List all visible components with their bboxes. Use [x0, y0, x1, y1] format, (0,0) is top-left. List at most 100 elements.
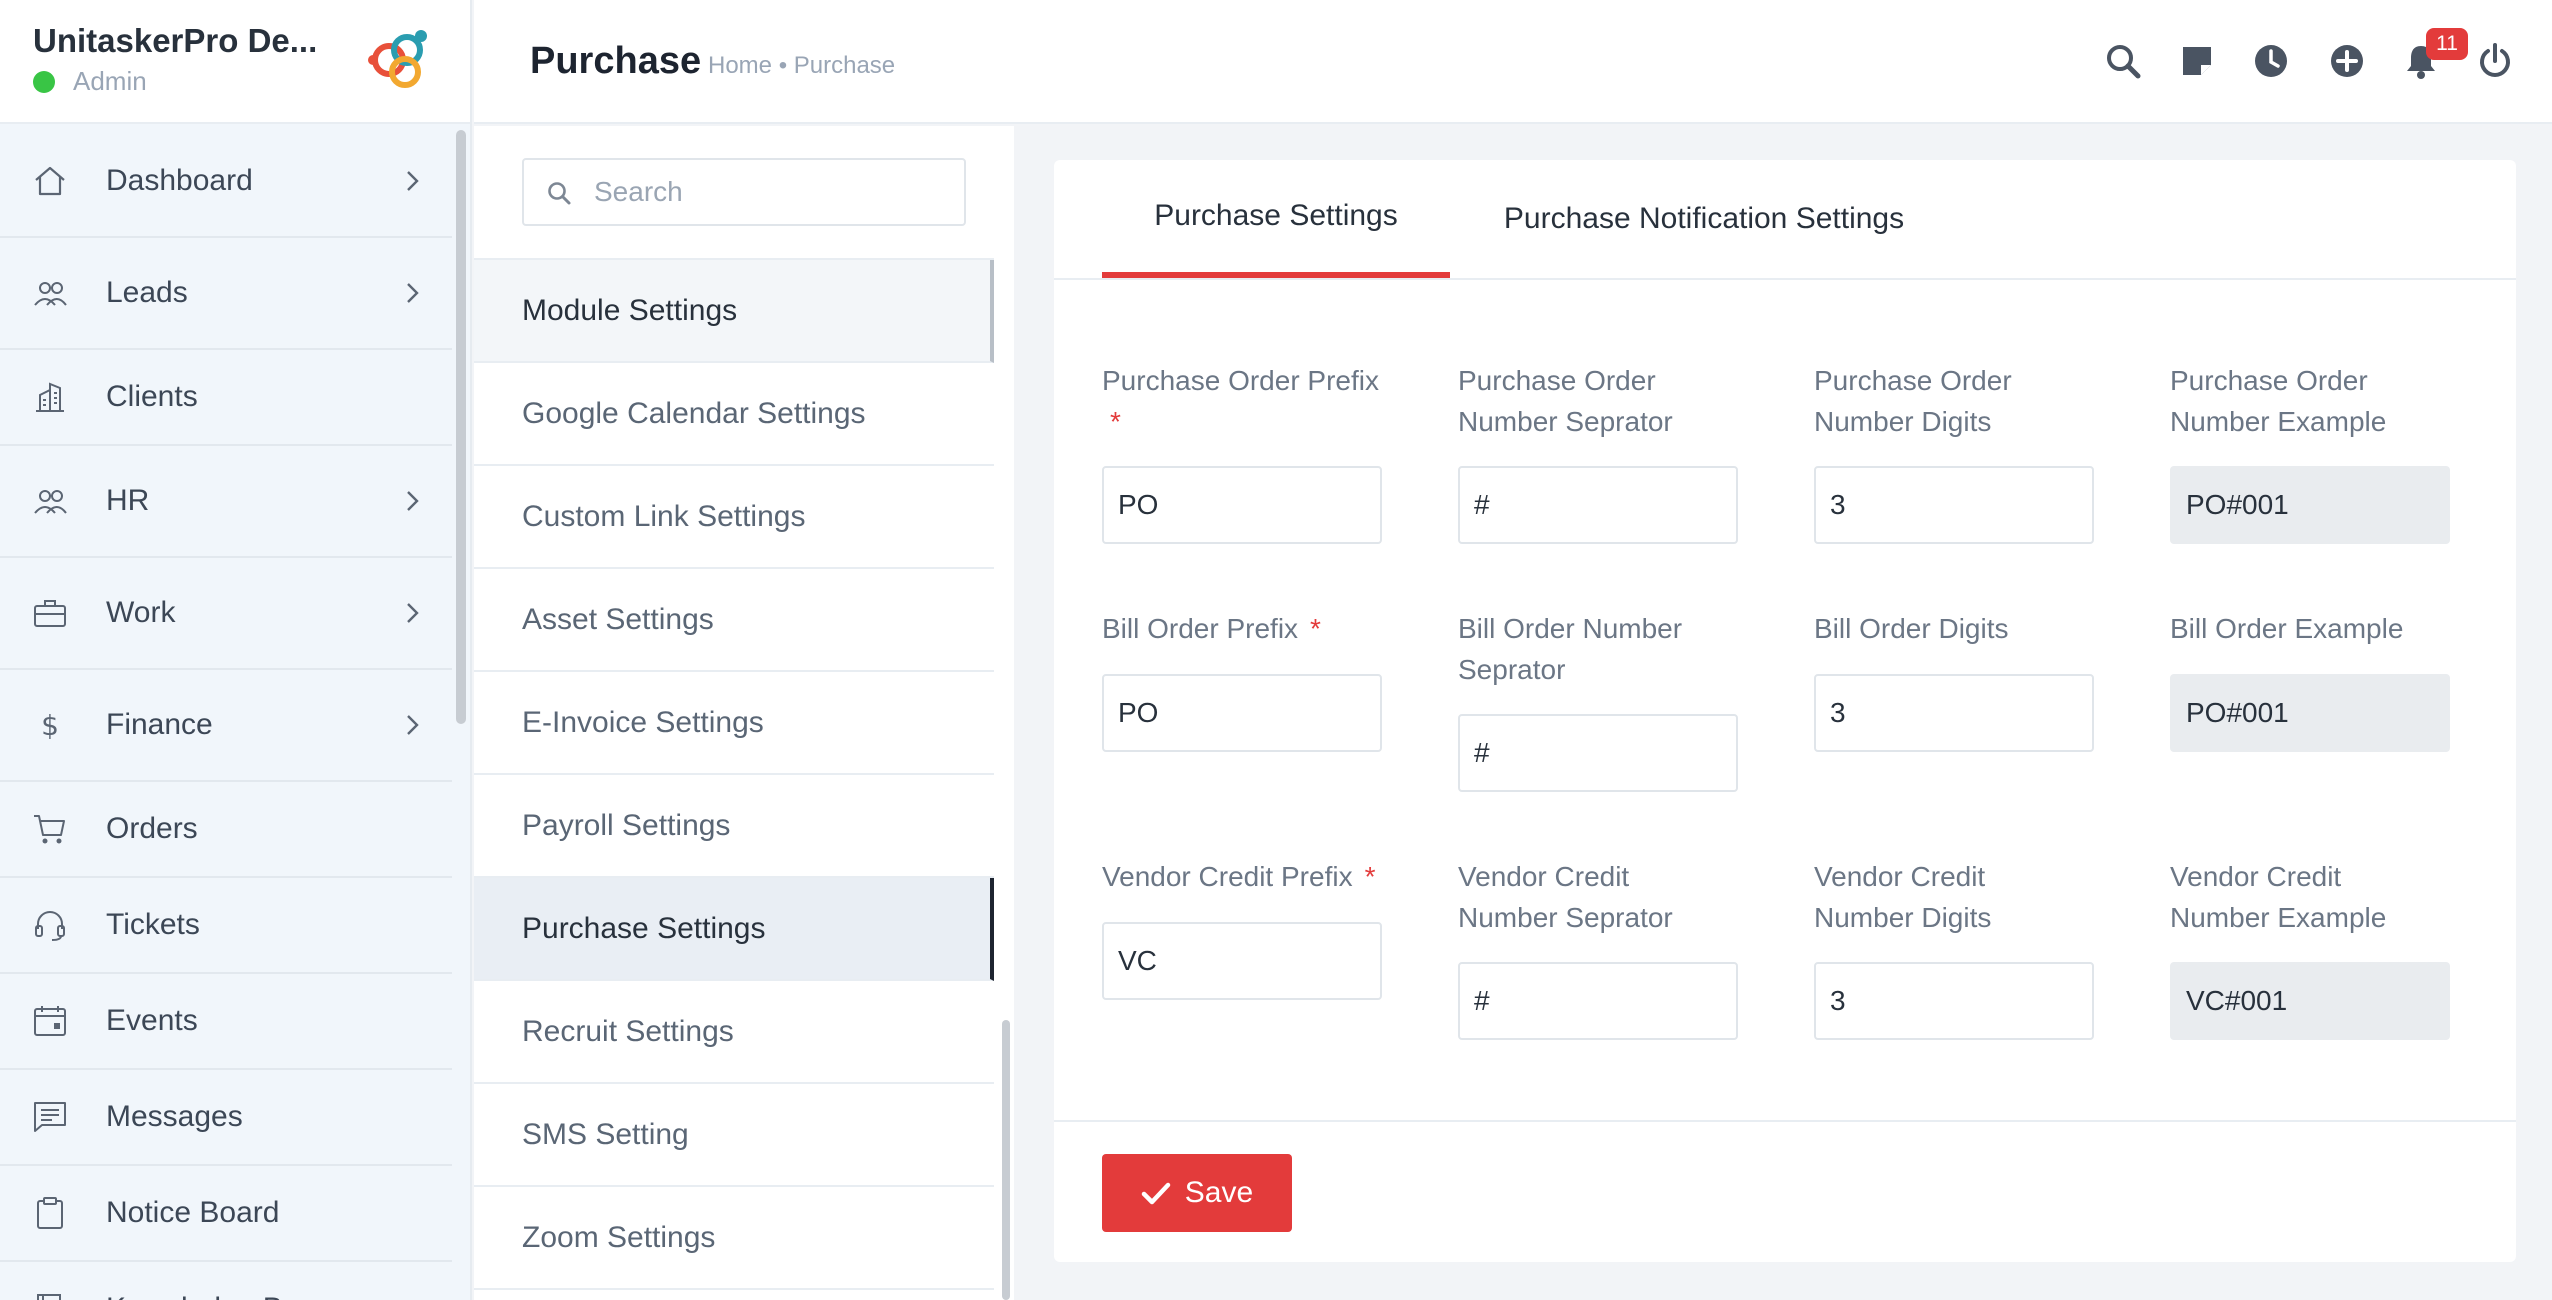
sidebar-scrollbar[interactable]: [456, 130, 466, 724]
sidebar-item-hr[interactable]: HR: [0, 446, 452, 558]
vc-prefix-input[interactable]: VC: [1102, 922, 1382, 1000]
tab-purchase-settings[interactable]: Purchase Settings: [1102, 160, 1450, 278]
po-digits-label-line1: Purchase Order: [1814, 365, 2012, 396]
headset-icon: [35, 911, 65, 941]
breadcrumb[interactable]: Home • Purchase: [708, 52, 895, 80]
cart-icon: [34, 815, 65, 844]
settings-item-recruit[interactable]: Recruit Settings: [474, 981, 994, 1084]
po-prefix-label: Purchase Order Prefix *: [1102, 360, 1412, 442]
po-separator-label-line2: Number Seprator: [1458, 406, 1673, 437]
sidebar-item-label: Notice Board: [106, 1196, 280, 1229]
settings-item-sms[interactable]: SMS Setting: [474, 1084, 994, 1187]
settings-item-google-calendar[interactable]: Google Calendar Settings: [474, 363, 994, 466]
notification-badge: 11: [2426, 28, 2468, 60]
save-button-label: Save: [1184, 1176, 1254, 1209]
sidebar-item-orders[interactable]: Orders: [0, 782, 452, 878]
vc-example-label-line1: Vendor Credit: [2170, 861, 2342, 892]
sidebar-item-label: Clients: [106, 380, 198, 413]
search-icon[interactable]: [2104, 42, 2142, 80]
po-example-label-line1: Purchase Order: [2170, 365, 2368, 396]
save-button[interactable]: Save: [1102, 1154, 1292, 1232]
power-icon[interactable]: [2476, 42, 2514, 80]
chevron-right-icon: [407, 171, 419, 191]
sidebar-item-clients[interactable]: Clients: [0, 350, 452, 446]
sidebar-item-tickets[interactable]: Tickets: [0, 878, 452, 974]
svg-text:$: $: [41, 709, 59, 742]
sidebar-item-label: Events: [106, 1004, 198, 1037]
bill-digits-label: Bill Order Digits: [1814, 613, 2009, 644]
vc-digits-label: Vendor Credit Number Digits: [1814, 856, 1991, 938]
vc-digits-label-line2: Number Digits: [1814, 902, 1992, 933]
sidebar-item-label: HR: [106, 484, 150, 517]
settings-list-scrollbar[interactable]: [1002, 1020, 1010, 1300]
sidebar-item-leads[interactable]: Leads: [0, 238, 452, 350]
po-prefix-input[interactable]: PO: [1102, 466, 1382, 544]
sidebar-item-knowledge-base[interactable]: Knowledge Base: [0, 1262, 452, 1300]
vc-example-output: VC#001: [2170, 962, 2450, 1040]
settings-search-box[interactable]: [522, 158, 966, 226]
sticky-note-icon[interactable]: [2178, 42, 2216, 80]
users-icon: [34, 490, 67, 514]
sidebar-item-dashboard[interactable]: Dashboard: [0, 126, 452, 238]
plus-circle-icon[interactable]: [2328, 42, 2366, 80]
settings-item-module[interactable]: Module Settings: [474, 260, 994, 363]
tab-purchase-notification-settings[interactable]: Purchase Notification Settings: [1450, 160, 1958, 278]
bill-example-output: PO#001: [2170, 674, 2450, 752]
sidebar-item-label: Work: [106, 596, 176, 629]
card-divider: [1054, 1120, 2516, 1122]
po-digits-input[interactable]: 3: [1814, 466, 2094, 544]
dollar-icon: $: [41, 709, 59, 742]
message-icon: [34, 1102, 66, 1132]
sidebar-item-label: Knowledge Base: [106, 1292, 331, 1300]
settings-search-input[interactable]: [594, 160, 954, 224]
sidebar-item-label: Dashboard: [106, 164, 253, 197]
chevron-right-icon: [407, 603, 419, 623]
po-separator-input[interactable]: #: [1458, 466, 1738, 544]
settings-item-zoom[interactable]: Zoom Settings: [474, 1187, 994, 1290]
sidebar-item-notice-board[interactable]: Notice Board: [0, 1166, 452, 1262]
settings-item-payroll[interactable]: Payroll Settings: [474, 775, 994, 878]
brand-header[interactable]: UnitaskerPro De... Admin: [0, 0, 470, 124]
settings-item-asset[interactable]: Asset Settings: [474, 569, 994, 672]
sidebar-item-label: Leads: [106, 276, 188, 309]
bill-prefix-input[interactable]: PO: [1102, 674, 1382, 752]
sidebar-item-events[interactable]: Events: [0, 974, 452, 1070]
page-title: Purchase: [530, 40, 702, 82]
clock-icon[interactable]: [2252, 42, 2290, 80]
vc-separator-label-line1: Vendor Credit: [1458, 861, 1630, 892]
po-separator-label: Purchase Order Number Seprator: [1458, 360, 1673, 442]
sidebar-item-finance[interactable]: $ Finance: [0, 670, 452, 782]
purchase-settings-card: Purchase Settings Purchase Notification …: [1054, 160, 2516, 1262]
company-logo-icon: [368, 30, 427, 88]
vc-example-label-line2: Number Example: [2170, 902, 2387, 933]
required-mark: *: [1364, 861, 1376, 892]
vc-separator-label-line2: Number Seprator: [1458, 902, 1673, 933]
po-example-label: Purchase Order Number Example: [2170, 360, 2386, 442]
chevron-right-icon: [407, 715, 419, 735]
chevron-right-icon: [407, 283, 419, 303]
vc-digits-input[interactable]: 3: [1814, 962, 2094, 1040]
settings-item-purchase[interactable]: Purchase Settings: [474, 878, 994, 981]
vc-separator-input[interactable]: #: [1458, 962, 1738, 1040]
sidebar-item-work[interactable]: Work: [0, 558, 452, 670]
sidebar-menu: Dashboard Leads Clients HR Work $ Financ…: [0, 126, 452, 1300]
sidebar: UnitaskerPro De... Admin Dashboard Leads…: [0, 0, 472, 1300]
user-role: Admin: [33, 66, 147, 97]
po-digits-label-line2: Number Digits: [1814, 406, 1992, 437]
vc-separator-label: Vendor Credit Number Seprator: [1458, 856, 1673, 938]
sidebar-item-messages[interactable]: Messages: [0, 1070, 452, 1166]
bill-separator-label-line2: Seprator: [1458, 654, 1566, 685]
bill-digits-input[interactable]: 3: [1814, 674, 2094, 752]
settings-item-e-invoice[interactable]: E-Invoice Settings: [474, 672, 994, 775]
required-mark: *: [1310, 613, 1321, 644]
po-digits-label: Purchase Order Number Digits: [1814, 360, 2012, 442]
settings-menu-panel: Module Settings Google Calendar Settings…: [474, 126, 1014, 1300]
clipboard-icon: [37, 1197, 63, 1229]
vc-example-label: Vendor Credit Number Example: [2170, 856, 2386, 938]
chevron-right-icon: [407, 491, 419, 511]
settings-item-custom-link[interactable]: Custom Link Settings: [474, 466, 994, 569]
building-icon: [36, 382, 64, 412]
book-icon: [37, 1294, 61, 1300]
required-mark: *: [1110, 406, 1121, 437]
bill-separator-input[interactable]: #: [1458, 714, 1738, 792]
